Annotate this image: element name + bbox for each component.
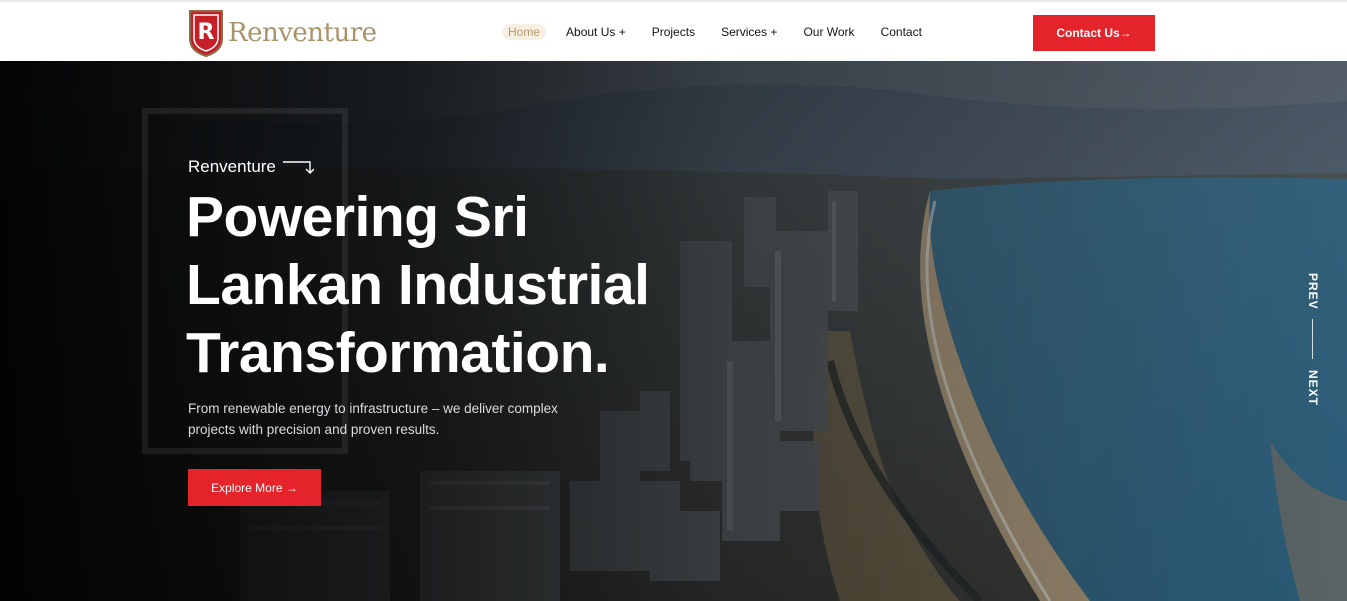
nav-item-services[interactable]: Services +: [721, 25, 777, 39]
hero-headline: Powering Sri Lankan Industrial Transform…: [186, 183, 746, 387]
slider-controls: PREV NEXT: [1300, 273, 1326, 407]
contact-us-button[interactable]: Contact Us→: [1033, 15, 1155, 51]
headline-line-1: Powering Sri: [186, 185, 529, 249]
shield-logo-icon: R: [189, 10, 223, 57]
hero-section: Renventure Powering Sri Lankan Industria…: [0, 61, 1347, 601]
nav-item-about-us[interactable]: About Us +: [566, 25, 626, 39]
slider-divider: [1312, 319, 1313, 359]
nav-item-projects[interactable]: Projects: [652, 25, 695, 39]
prev-slide-button[interactable]: PREV: [1300, 273, 1326, 310]
brand-name: Renventure: [228, 18, 377, 48]
next-slide-button[interactable]: NEXT: [1300, 369, 1326, 407]
headline-line-2: Lankan Industrial: [186, 253, 650, 317]
nav-item-our-work[interactable]: Our Work: [803, 25, 854, 39]
explore-more-button[interactable]: Explore More →: [188, 469, 321, 506]
hero-eyebrow: Renventure: [188, 157, 314, 177]
eyebrow-label: Renventure: [188, 157, 276, 176]
nav-item-home[interactable]: Home: [502, 24, 547, 40]
bent-arrow-icon: [282, 161, 314, 174]
main-menu: Home About Us + Projects Services + Our …: [502, 24, 948, 40]
brand-logo[interactable]: R Renventure: [188, 8, 377, 58]
headline-line-3: Transformation.: [186, 321, 610, 385]
hero-description: From renewable energy to infrastructure …: [188, 401, 558, 437]
logo-letter: R: [198, 20, 215, 45]
top-navbar: R Renventure Home About Us + Projects Se…: [0, 0, 1347, 61]
nav-item-contact[interactable]: Contact: [881, 25, 922, 39]
